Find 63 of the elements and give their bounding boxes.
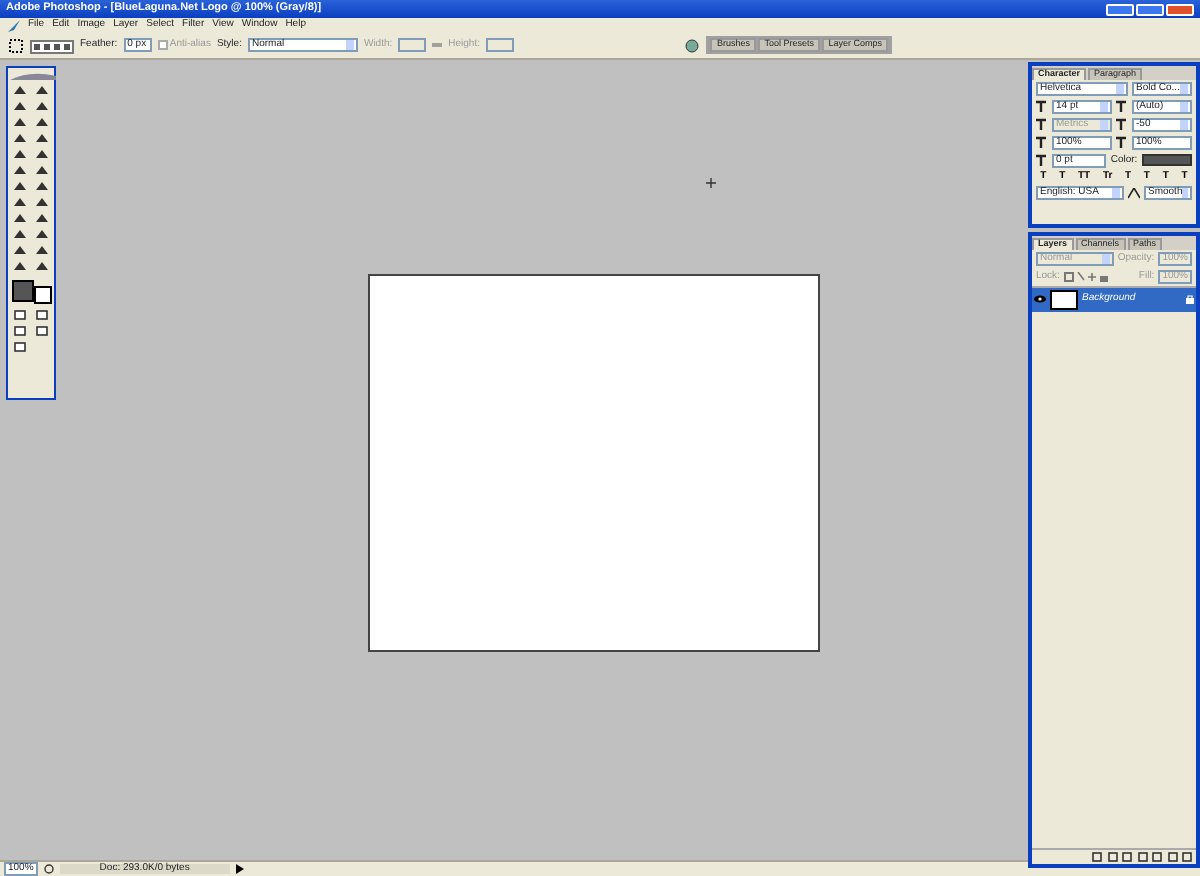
height-field[interactable] [485,38,514,52]
tool-button[interactable] [32,180,52,194]
mode-button[interactable] [10,308,30,322]
mode-button[interactable] [32,308,52,322]
minimize-button[interactable] [1106,3,1134,15]
link-icon[interactable] [1092,852,1102,862]
tool-button[interactable] [10,244,30,258]
maximize-button[interactable] [1136,3,1164,15]
horizontal-scale-icon [1116,136,1128,149]
crosshair-cursor-icon [706,178,716,188]
kerning-icon [1036,118,1048,131]
tool-button[interactable] [32,212,52,226]
mode-button[interactable] [32,324,52,338]
foreground-color-swatch[interactable] [12,280,34,302]
tool-button[interactable] [32,116,52,130]
tracking-icon [1116,118,1128,131]
layer-style-icon[interactable] [1107,852,1117,862]
tool-button[interactable] [32,148,52,162]
tool-button[interactable] [32,260,52,274]
tool-button[interactable] [10,132,30,146]
tool-button[interactable] [10,100,30,114]
folder-icon[interactable] [1152,852,1162,862]
tool-button[interactable] [32,196,52,210]
lock-options-icon [1063,271,1108,282]
tool-button[interactable] [10,196,30,210]
tool-button[interactable] [10,84,30,98]
tool-button[interactable] [10,116,30,130]
baseline-shift-icon [1036,154,1048,167]
status-menu-arrow-icon[interactable] [235,864,244,874]
mask-icon[interactable] [1122,852,1132,862]
lock-icon [1186,294,1194,305]
background-color-swatch[interactable] [34,286,52,304]
color-swatch[interactable] [1141,154,1192,167]
tool-button[interactable] [10,228,30,242]
tool-button[interactable] [10,260,30,274]
antialias-icon [1128,187,1140,200]
width-field[interactable] [398,38,427,52]
layer-thumbnail [1050,289,1078,310]
new-layer-icon[interactable] [1167,852,1177,862]
adjustment-icon[interactable] [1137,852,1147,862]
mode-button[interactable] [10,340,30,354]
toolbox-feather-icon [10,70,56,82]
tool-button[interactable] [10,180,30,194]
palette-well-icon[interactable] [684,37,701,53]
tool-button[interactable] [32,132,52,146]
tool-button[interactable] [32,164,52,178]
trash-icon[interactable] [1182,852,1192,862]
tool-button[interactable] [32,100,52,114]
vertical-scale-icon [1036,136,1048,149]
tool-button[interactable] [32,84,52,98]
tool-button[interactable] [10,164,30,178]
tool-button[interactable] [10,148,30,162]
preview-icon [43,864,54,874]
tool-button[interactable] [32,228,52,242]
swap-arrows-icon [432,40,443,50]
mode-button[interactable] [10,324,30,338]
marquee-icon[interactable] [8,37,24,53]
font-size-icon [1036,100,1048,113]
tool-button[interactable] [10,212,30,226]
selection-mode-icon[interactable] [30,37,74,53]
tool-button[interactable] [32,244,52,258]
close-button[interactable] [1166,3,1194,15]
leading-icon [1116,100,1128,113]
